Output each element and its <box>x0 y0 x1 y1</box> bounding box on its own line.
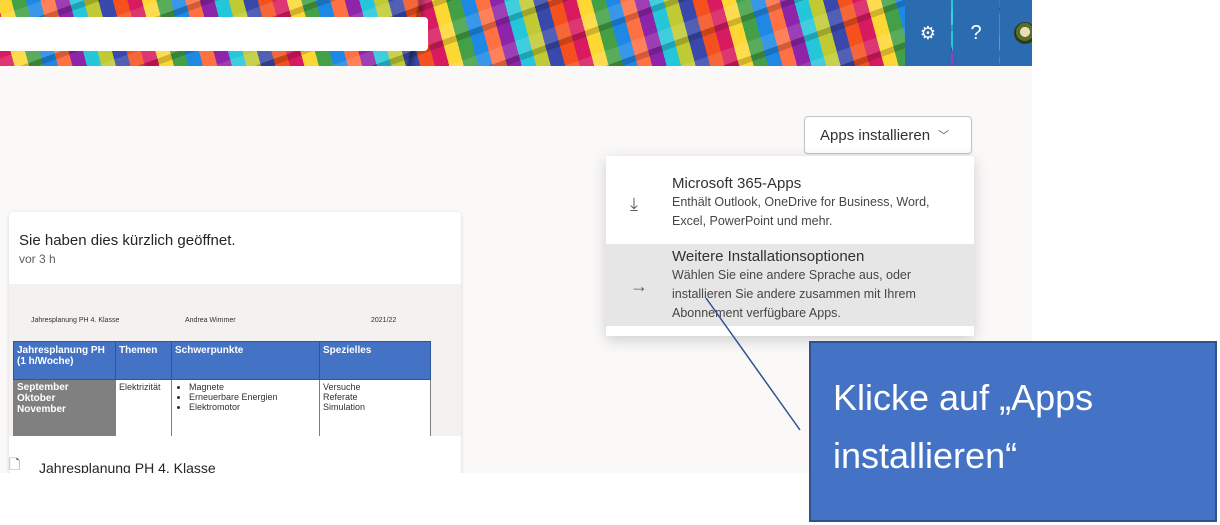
callout-line: Klicke auf „Apps <box>833 377 1094 418</box>
instruction-callout: Klicke auf „Apps installieren“ <box>809 341 1217 522</box>
callout-line: installieren“ <box>833 435 1018 476</box>
